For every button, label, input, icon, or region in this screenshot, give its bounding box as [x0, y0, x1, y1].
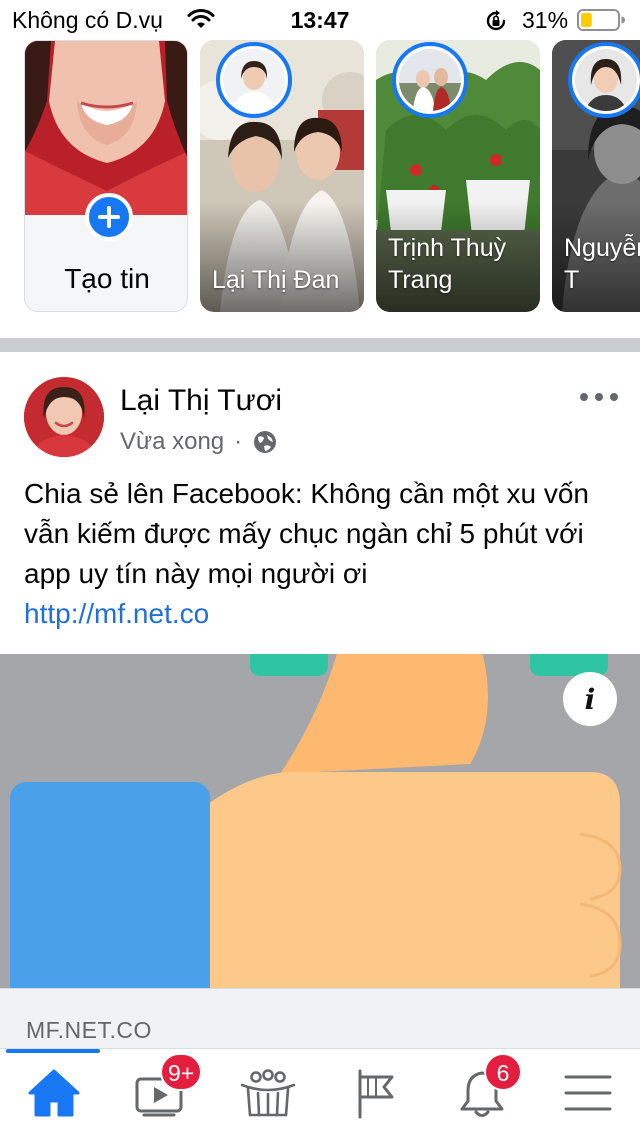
- ad-info-button[interactable]: i: [563, 672, 617, 726]
- story-avatar: [216, 42, 292, 118]
- groups-icon: [240, 1069, 296, 1117]
- story-name: Lại Thị Đan: [212, 266, 340, 294]
- link-domain: MF.NET.CO: [26, 1017, 152, 1043]
- story-card-lai-thi-dan[interactable]: Lại Thị Đan: [200, 40, 364, 312]
- tab-groups[interactable]: [236, 1063, 300, 1123]
- tab-watch[interactable]: 9+: [128, 1053, 203, 1123]
- menu-icon: [564, 1075, 612, 1111]
- tab-pages[interactable]: [344, 1063, 408, 1123]
- thumbs-up-illustration: [0, 654, 640, 988]
- post-timestamp[interactable]: Vừa xong: [120, 428, 224, 456]
- info-icon: i: [584, 682, 596, 716]
- post-meta: Vừa xong ·: [120, 428, 278, 456]
- watch-badge: 9+: [160, 1053, 203, 1091]
- globe-icon: [254, 431, 277, 453]
- tab-home[interactable]: [22, 1063, 86, 1123]
- plus-icon: [98, 206, 120, 228]
- create-story-photo: [25, 41, 187, 215]
- active-tab-indicator: [6, 1049, 100, 1053]
- battery-icon: [577, 9, 625, 31]
- feed-post: Lại Thị Tươi Vừa xong · Chia sẻ lên Face…: [0, 352, 640, 1048]
- link-preview-footer[interactable]: MF.NET.CO: [0, 988, 640, 1048]
- post-link[interactable]: http://mf.net.co: [24, 594, 209, 634]
- author-avatar[interactable]: [24, 377, 104, 457]
- pages-flag-icon: [358, 1069, 394, 1119]
- story-name: Nguyễn Diệu T: [564, 234, 640, 294]
- notifications-badge: 6: [484, 1053, 522, 1091]
- link-preview-image[interactable]: i: [0, 654, 640, 988]
- orientation-lock-icon: [486, 10, 506, 31]
- story-card-nguyen-dieu[interactable]: Nguyễn Diệu T: [552, 40, 640, 312]
- bottom-tab-bar: 9+ 6: [0, 1048, 640, 1136]
- tab-menu[interactable]: [556, 1063, 620, 1123]
- story-avatar: [392, 42, 468, 118]
- story-avatar: [568, 42, 640, 118]
- battery-percent: 31%: [522, 7, 569, 33]
- home-icon: [28, 1069, 80, 1117]
- feed-divider: [0, 338, 640, 352]
- status-bar: Không có D.vụ 13:47 31%: [0, 0, 640, 40]
- post-text: Chia sẻ lên Facebook: Không cần một xu v…: [24, 478, 590, 589]
- meta-separator: ·: [234, 428, 243, 455]
- more-options-icon[interactable]: [576, 382, 622, 412]
- author-name[interactable]: Lại Thị Tươi: [120, 384, 282, 418]
- tab-notifications[interactable]: 6: [450, 1053, 522, 1123]
- create-story-card[interactable]: Tạo tin: [24, 40, 188, 312]
- story-card-trinh-thuy-trang[interactable]: Trịnh Thuỳ Trang: [376, 40, 540, 312]
- create-story-label: Tạo tin: [64, 263, 150, 294]
- add-story-button[interactable]: [85, 193, 133, 241]
- story-name: Trịnh Thuỳ Trang: [388, 234, 507, 294]
- stories-tray: Tạo tin Lại Thị Đan Trịnh Thuỳ Trang Ngu…: [0, 40, 640, 338]
